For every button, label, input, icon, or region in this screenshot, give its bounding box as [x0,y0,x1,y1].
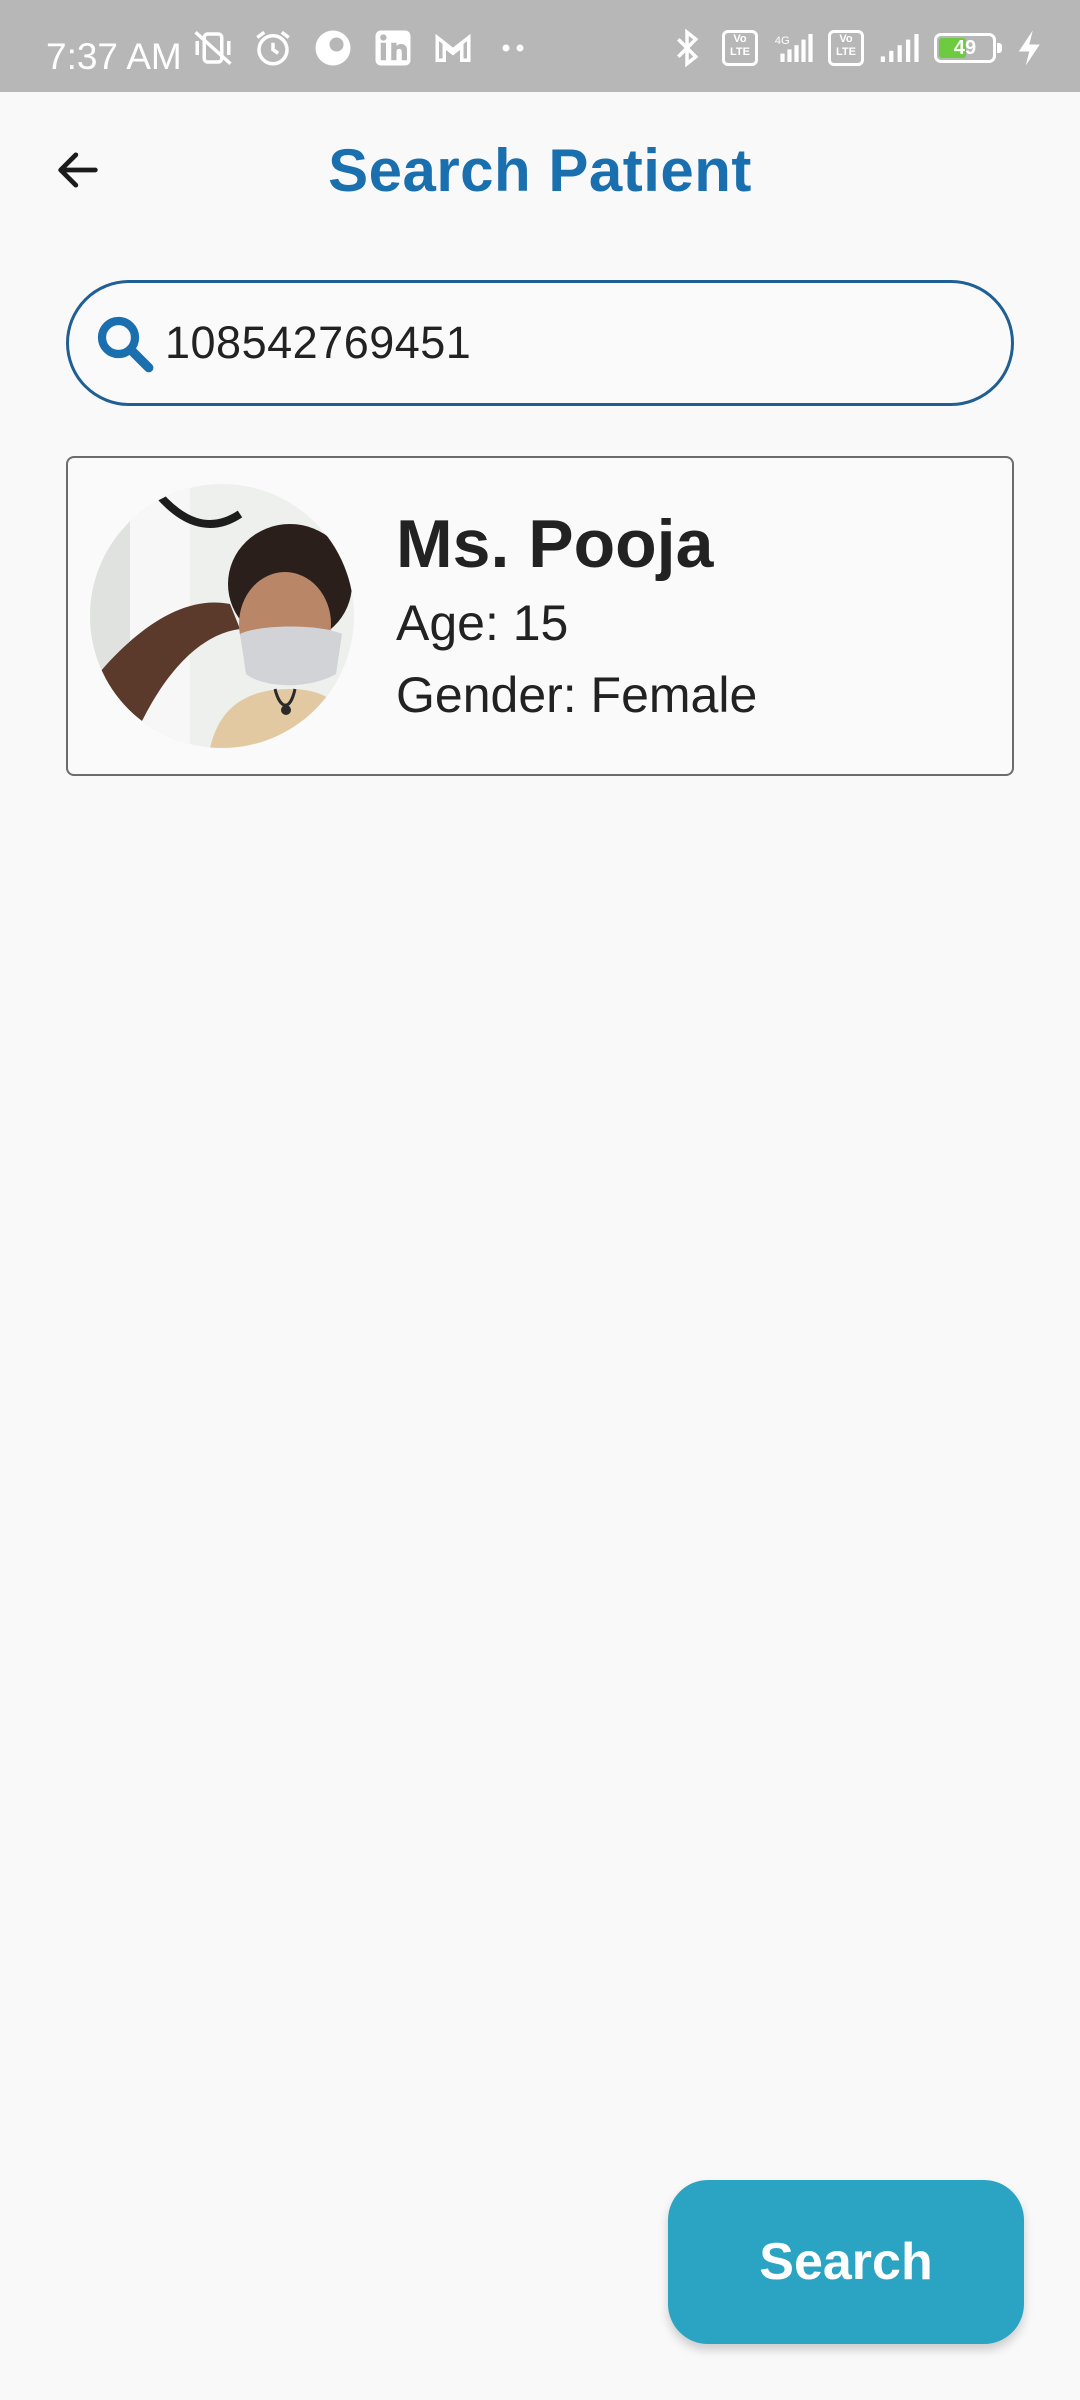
page-title: Search Patient [328,137,752,204]
patient-result-card[interactable]: Ms. Pooja Age: 15 Gender: Female [66,456,1014,776]
volte-icon: Vo LTE [828,30,864,66]
avatar [90,484,354,748]
battery-percent: 49 [953,37,977,59]
system-icons: Vo LTE 4G Vo LTE 49 [666,26,1052,70]
alarm-icon [256,30,290,66]
svg-text:4G: 4G [775,35,790,47]
linkedin-icon [375,30,411,66]
patient-search-field[interactable] [66,280,1014,406]
more-dots-icon [502,44,524,52]
signal-icon: 4G [775,34,813,62]
patient-gender: Gender: Female [396,667,758,723]
signal-icon [880,34,919,62]
battery-icon: 49 [934,33,1002,63]
arrow-left-icon [58,152,98,188]
gmail-icon [435,33,471,62]
status-time: 7:37 AM [46,36,182,77]
notification-icons [192,26,534,70]
bluetooth-icon [677,28,699,68]
search-input[interactable] [161,303,965,383]
app-notification-icon [315,30,351,66]
patient-name: Ms. Pooja [396,506,714,582]
patient-photo [90,484,354,748]
patient-age: Age: 15 [396,595,569,651]
volte-icon: Vo LTE [722,30,758,66]
back-button[interactable] [46,138,110,202]
mute-vibrate-icon [194,30,232,66]
status-bar: 7:37 AM Vo LTE 4G Vo LTE 49 [0,0,1080,92]
search-button[interactable]: Search [668,2180,1024,2344]
search-icon [97,316,154,373]
charging-icon [1018,30,1040,66]
